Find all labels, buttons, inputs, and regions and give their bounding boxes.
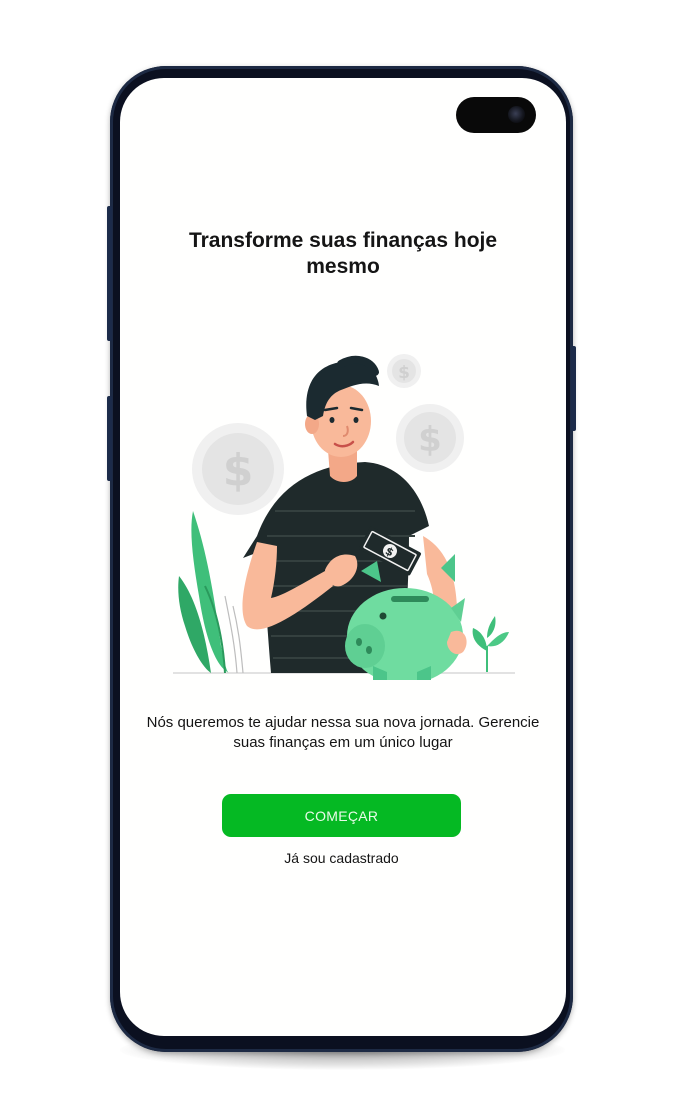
hero-illustration: $ $ $ $ — [173, 354, 515, 680]
onboarding-description: Nós queremos te ajudar nessa sua nova jo… — [146, 714, 540, 751]
app-screen: Transforme suas finanças hoje mesmo $ $ … — [120, 78, 566, 1036]
coin-icon: $ — [192, 423, 284, 515]
coin-icon: $ — [396, 404, 464, 472]
svg-text:$: $ — [398, 363, 410, 383]
svg-text:$: $ — [223, 445, 254, 496]
power-button — [571, 346, 576, 431]
front-camera — [456, 97, 536, 133]
already-registered-link[interactable]: Já sou cadastrado — [222, 850, 461, 866]
coin-icon: $ — [387, 354, 421, 388]
side-button — [107, 396, 112, 481]
svg-text:$: $ — [418, 420, 442, 460]
camera-lens-icon — [508, 106, 525, 123]
start-button[interactable]: COMEÇAR — [222, 794, 461, 837]
page-title: Transforme suas finanças hoje mesmo — [188, 229, 498, 278]
side-button — [107, 206, 112, 341]
sprout-icon — [472, 616, 509, 672]
plant-icon — [178, 511, 244, 674]
